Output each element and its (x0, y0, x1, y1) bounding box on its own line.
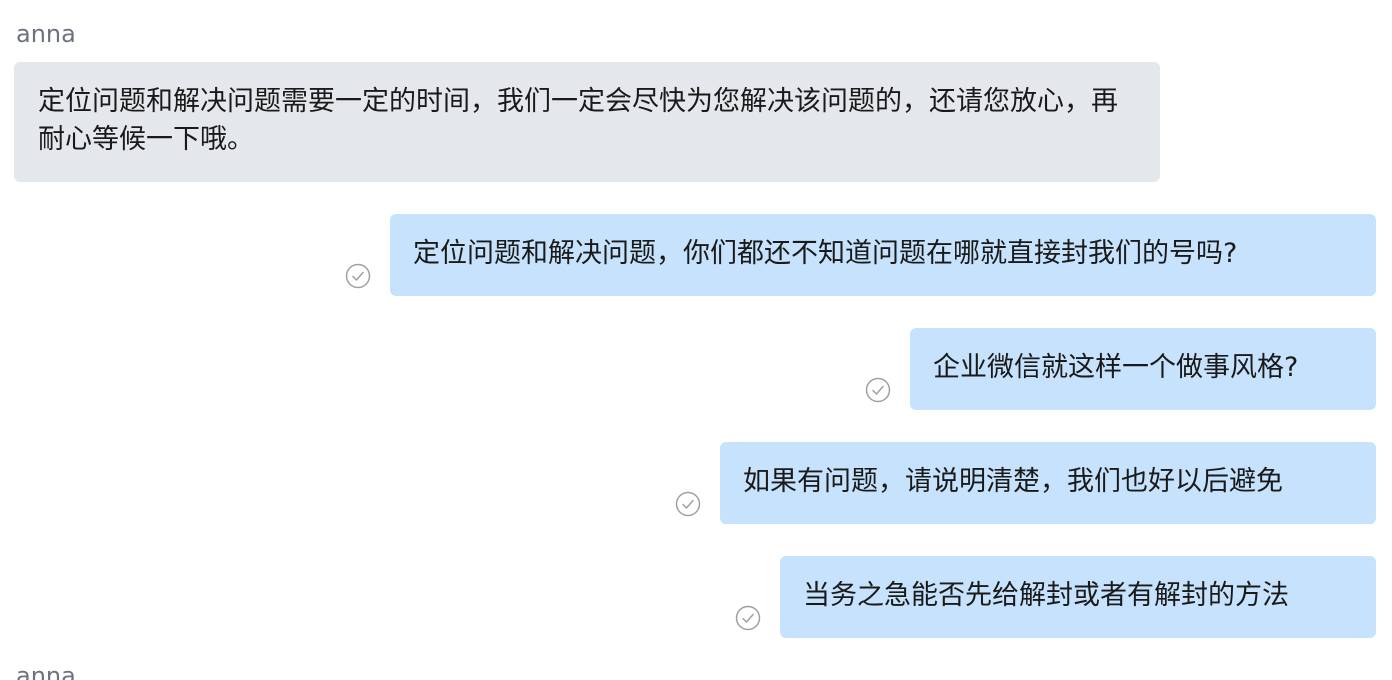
outgoing-message-bubble[interactable]: 定位问题和解决问题，你们都还不知道问题在哪就直接封我们的号吗? (390, 214, 1376, 296)
incoming-message-bubble[interactable]: 定位问题和解决问题需要一定的时间，我们一定会尽快为您解决该问题的，还请您放心，再… (14, 62, 1160, 182)
read-check-icon (675, 491, 701, 517)
chat-conversation: anna 定位问题和解决问题需要一定的时间，我们一定会尽快为您解决该问题的，还请… (0, 0, 1392, 680)
outgoing-message-bubble[interactable]: 当务之急能否先给解封或者有解封的方法 (780, 556, 1376, 638)
read-check-icon (865, 377, 891, 403)
sender-name: anna (16, 662, 76, 680)
message-text: 定位问题和解决问题需要一定的时间，我们一定会尽快为您解决该问题的，还请您放心，再… (38, 86, 1118, 155)
outgoing-message-bubble[interactable]: 如果有问题，请说明清楚，我们也好以后避免 (720, 442, 1376, 524)
read-check-icon (735, 605, 761, 631)
read-check-icon (345, 263, 371, 289)
message-text: 企业微信就这样一个做事风格? (933, 352, 1299, 383)
outgoing-message-bubble[interactable]: 企业微信就这样一个做事风格? (910, 328, 1376, 410)
sender-name: anna (16, 20, 76, 48)
message-text: 定位问题和解决问题，你们都还不知道问题在哪就直接封我们的号吗? (413, 238, 1238, 269)
message-text: 当务之急能否先给解封或者有解封的方法 (803, 580, 1289, 611)
message-text: 如果有问题，请说明清楚，我们也好以后避免 (743, 466, 1283, 497)
